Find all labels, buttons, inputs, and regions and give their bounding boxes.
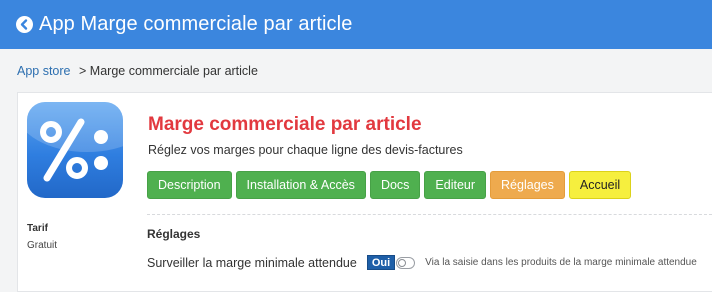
tarif-value: Gratuit	[27, 240, 58, 251]
tarif-label: Tarif	[27, 223, 48, 234]
breadcrumb: App store > Marge commerciale par articl…	[17, 64, 258, 78]
breadcrumb-separator: >	[79, 64, 87, 78]
toggle-on-label[interactable]: Oui	[366, 255, 396, 270]
editeur-button[interactable]: Editeur	[424, 171, 487, 199]
app-detail-card: Marge commerciale par article Réglez vos…	[17, 92, 712, 292]
back-arrow-icon[interactable]	[16, 16, 33, 33]
docs-button[interactable]: Docs	[369, 171, 421, 199]
setting-label: Surveiller la marge minimale attendue	[147, 255, 357, 270]
description-button[interactable]: Description	[147, 171, 232, 199]
accueil-button[interactable]: Accueil	[568, 171, 632, 199]
toggle-knob	[398, 258, 407, 267]
breadcrumb-current: Marge commerciale par article	[89, 64, 258, 78]
breadcrumb-link-app-store[interactable]: App store	[17, 64, 71, 78]
percent-icon	[27, 102, 123, 198]
section-divider	[147, 214, 712, 215]
reglages-button[interactable]: Réglages	[490, 171, 565, 199]
toggle-switch[interactable]	[396, 256, 416, 269]
marge-minimale-toggle[interactable]: Oui	[366, 255, 416, 270]
top-header-bar: App Marge commerciale par article	[0, 0, 712, 49]
installation-button[interactable]: Installation & Accès	[235, 171, 366, 199]
app-nav-buttons: Description Installation & Accès Docs Ed…	[147, 171, 632, 199]
settings-section-title: Réglages	[147, 227, 201, 241]
page-title: App Marge commerciale par article	[39, 13, 353, 35]
setting-hint: Via la saisie dans les produits de la ma…	[425, 257, 697, 268]
setting-row-marge-minimale: Surveiller la marge minimale attendue Ou…	[147, 255, 697, 270]
app-title: Marge commerciale par article	[148, 114, 422, 135]
app-subtitle: Réglez vos marges pour chaque ligne des …	[148, 143, 463, 157]
